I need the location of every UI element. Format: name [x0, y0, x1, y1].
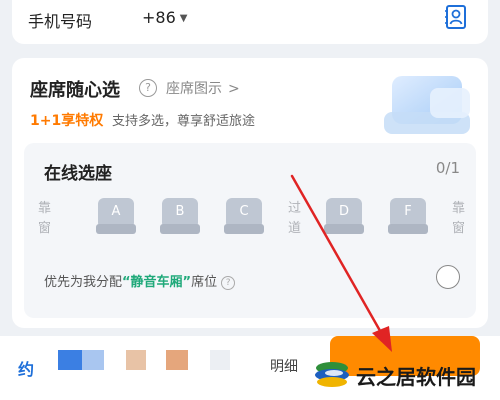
chevron-down-icon: ▼ [179, 13, 188, 24]
window-right-label: 靠窗 [452, 201, 466, 236]
help-icon[interactable]: ? [221, 276, 236, 290]
seat-base [96, 224, 136, 234]
quiet-carriage-option: 优先为我分配“静音车厢”席位? [44, 271, 236, 290]
phone-card: 手机号码 +86 ▼ [12, 0, 488, 44]
seat-diagram-label: 座席图示 [166, 81, 222, 97]
seat-diagram-link[interactable]: 座席图示 > [166, 78, 240, 98]
price-detail-link[interactable]: 明细 [270, 356, 298, 376]
seat-letter: A [98, 198, 134, 226]
seat-selection-card: 座席随心选 ? 座席图示 > 1+1享特权 支持多选，尊享舒适旅途 在线选座 0/… [12, 58, 488, 328]
seat-f[interactable]: F [388, 198, 428, 236]
assign-suffix: 席位 [191, 275, 218, 290]
help-icon[interactable]: ? [139, 79, 157, 97]
seat-letter: D [326, 198, 362, 226]
watermark-text: 云之居软件园 [356, 365, 476, 389]
online-seat-panel: 在线选座 0/1 靠窗 A B C 过道 D F 靠窗 优先为我分配“静音车厢”… [24, 143, 476, 318]
seat-letter: F [390, 198, 426, 226]
seat-letter: C [226, 198, 262, 226]
seat-b[interactable]: B [160, 198, 200, 236]
country-code-selector[interactable]: +86 ▼ [142, 8, 187, 27]
watermark: 云之居软件园 [312, 352, 497, 396]
quiet-carriage-radio[interactable] [436, 265, 460, 289]
price-prefix: 约 [18, 360, 35, 379]
seat-base [160, 224, 200, 234]
seat-row: 靠窗 A B C 过道 D F 靠窗 [24, 195, 476, 255]
seat-base [224, 224, 264, 234]
seat-d[interactable]: D [324, 198, 364, 236]
seat-c[interactable]: C [224, 198, 264, 236]
contacts-icon[interactable] [445, 4, 467, 30]
aisle-label: 过道 [288, 201, 302, 236]
seat-base [388, 224, 428, 234]
blurred-price-block [82, 350, 104, 370]
watermark-logo-icon [315, 362, 349, 387]
seat-a[interactable]: A [96, 198, 136, 236]
phone-label: 手机号码 [28, 12, 93, 31]
blurred-price-block [58, 350, 82, 370]
privilege-description: 支持多选，尊享舒适旅途 [112, 114, 256, 129]
seat-selection-title: 座席随心选 [30, 80, 120, 101]
window-left-label: 靠窗 [38, 201, 52, 236]
quiet-carriage-label: “静音车厢” [122, 275, 192, 290]
seat-count: 0/1 [435, 159, 460, 177]
blurred-price-block [210, 350, 230, 370]
assign-prefix: 优先为我分配 [44, 275, 123, 290]
online-seat-title: 在线选座 [44, 164, 112, 184]
privilege-badge: 1+1享特权 [30, 113, 104, 129]
blurred-price-block [166, 350, 188, 370]
seat-base [324, 224, 364, 234]
seat-letter: B [162, 198, 198, 226]
country-code-value: +86 [142, 8, 176, 27]
chevron-right-icon: > [228, 81, 240, 97]
blurred-price-block [126, 350, 146, 370]
